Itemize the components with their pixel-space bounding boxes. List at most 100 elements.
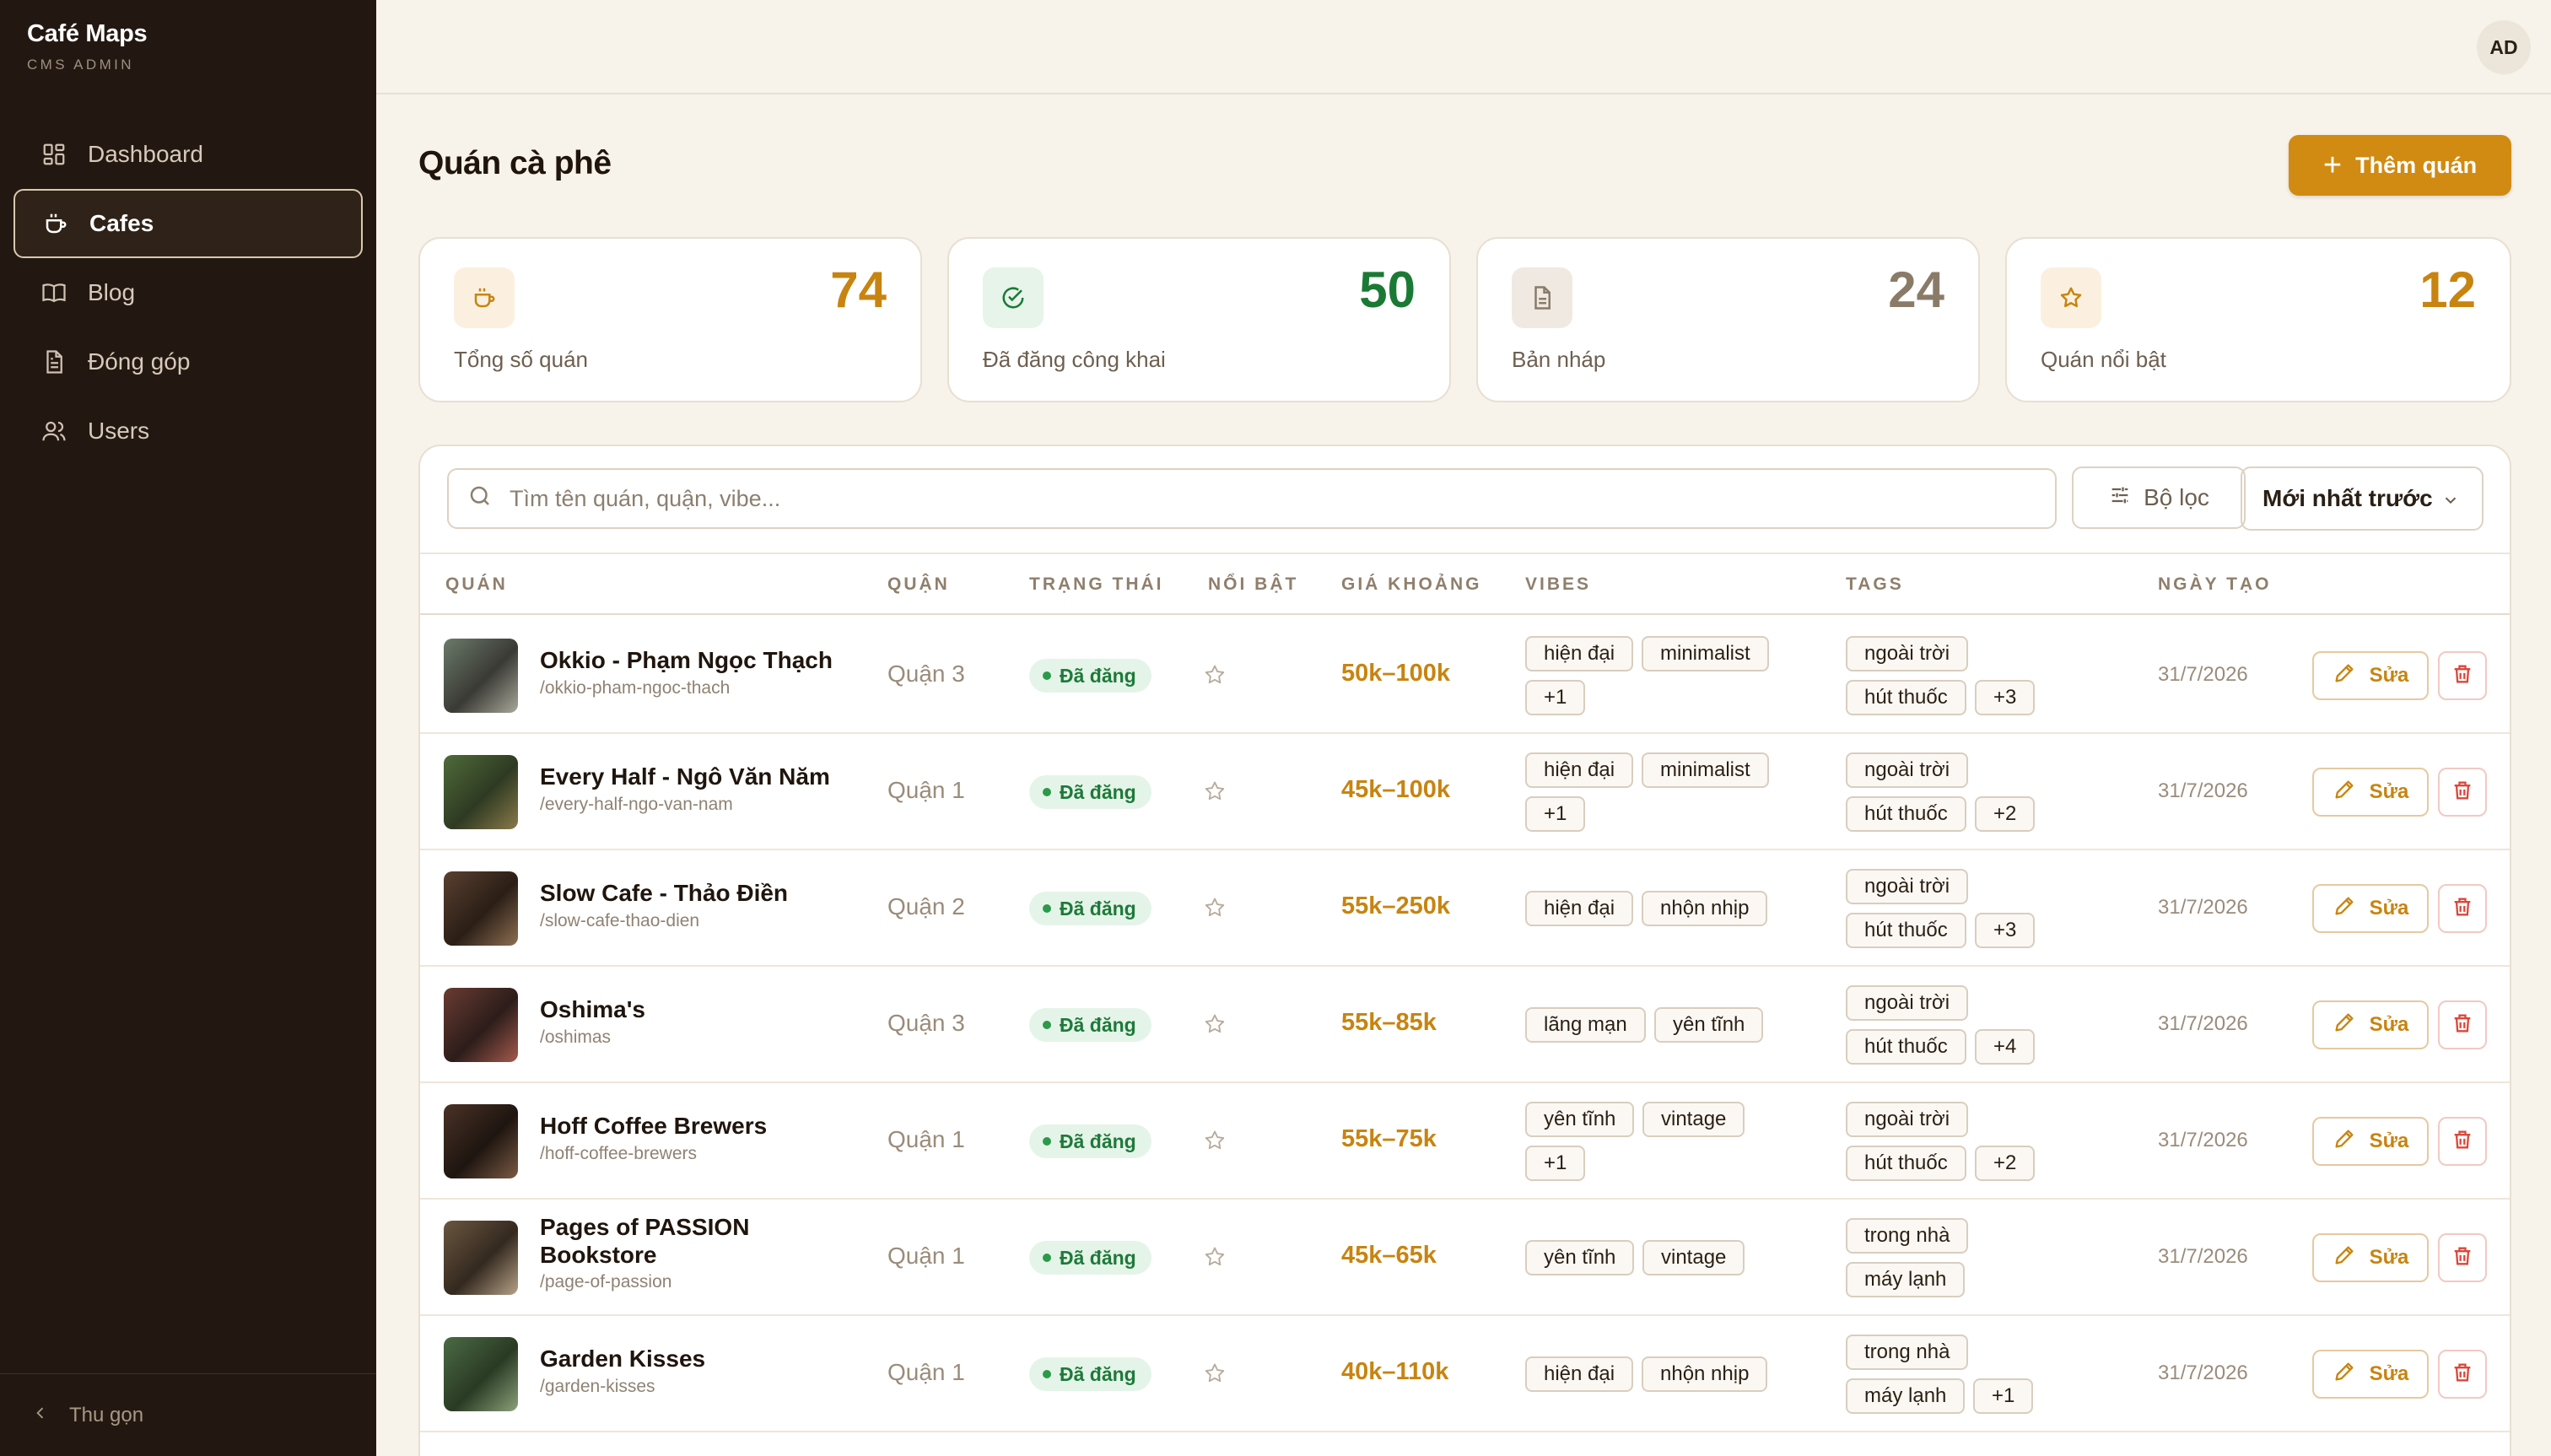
delete-button[interactable] — [2438, 768, 2487, 817]
edit-button[interactable]: Sửa — [2312, 1117, 2429, 1166]
status-dot — [1043, 1021, 1051, 1029]
pencil-icon — [2333, 1011, 2356, 1040]
table-row[interactable]: Garden Kisses/garden-kisses Quận 1 Đã đăng… — [420, 1316, 2510, 1432]
featured-star-icon[interactable] — [1203, 1362, 1227, 1389]
filter-button[interactable]: Bộ lọc — [2072, 466, 2246, 529]
cafe-name[interactable]: Okkio - Phạm Ngọc Thạch — [540, 646, 869, 674]
avatar[interactable]: AD — [2477, 20, 2531, 74]
search-icon — [467, 483, 493, 515]
edit-label: Sửa — [2369, 780, 2409, 803]
sidebar-item-contributions[interactable]: Đóng góp — [13, 327, 363, 396]
tag-chip: ngoài trời — [1846, 985, 1969, 1021]
topbar: AD — [376, 0, 2551, 94]
status-badge: Đã đăng — [1029, 659, 1151, 693]
created-date: 31/7/2026 — [2158, 1012, 2248, 1035]
stat-value: 24 — [1888, 262, 1944, 318]
price-range: 55k–75k — [1341, 1125, 1437, 1152]
status-dot — [1043, 1254, 1051, 1262]
column-header[interactable]: GIÁ KHOẢNG — [1341, 574, 1482, 595]
table-row[interactable]: Slow Cafe - Thảo Điền/slow-cafe-thao-die… — [420, 850, 2510, 967]
collapse-label: Thu gọn — [69, 1403, 144, 1426]
price-range: 55k–250k — [1341, 892, 1451, 919]
cafe-name[interactable]: Every Half - Ngô Văn Năm — [540, 763, 869, 790]
featured-star-icon[interactable] — [1203, 1012, 1227, 1040]
sidebar-item-users[interactable]: Users — [13, 396, 363, 466]
column-header[interactable]: TAGS — [1846, 574, 1904, 595]
column-header[interactable]: VIBES — [1525, 574, 1591, 595]
tag-chip: ngoài trời — [1846, 1102, 1969, 1137]
cafes-table-card: Tìm tên quán, quận, vibe... Bộ lọc Mới n… — [418, 445, 2511, 1456]
edit-button[interactable]: Sửa — [2312, 768, 2429, 817]
delete-button[interactable] — [2438, 1117, 2487, 1166]
featured-star-icon[interactable] — [1203, 896, 1227, 924]
featured-star-icon[interactable] — [1203, 1245, 1227, 1273]
tag-chip: ngoài trời — [1846, 752, 1969, 788]
price-range: 50k–100k — [1341, 660, 1451, 687]
stat-value: 50 — [1359, 262, 1416, 318]
sidebar-item-dashboard[interactable]: Dashboard — [13, 120, 363, 189]
delete-button[interactable] — [2438, 1350, 2487, 1399]
cafe-slug: /page-of-passion — [540, 1272, 672, 1292]
tag-chip: +4 — [1975, 1029, 2036, 1065]
sort-select[interactable]: Mới nhất trước — [2241, 466, 2484, 531]
cafe-name[interactable]: Hoff Coffee Brewers — [540, 1112, 869, 1140]
tag-chip: trong nhà — [1846, 1335, 1969, 1370]
status-badge: Đã đăng — [1029, 775, 1151, 809]
stat-card-featured: 12 Quán nổi bật — [2005, 237, 2511, 402]
delete-button[interactable] — [2438, 1233, 2487, 1282]
featured-star-icon[interactable] — [1203, 663, 1227, 691]
status-label: Đã đăng — [1060, 780, 1136, 803]
tag-chip: hút thuốc — [1846, 796, 1966, 832]
edit-button[interactable]: Sửa — [2312, 1233, 2429, 1282]
column-header[interactable]: QUẬN — [887, 574, 950, 595]
status-label: Đã đăng — [1060, 664, 1136, 687]
featured-star-icon[interactable] — [1203, 779, 1227, 807]
table-row[interactable]: Hoff Coffee Brewers/hoff-coffee-brewers Q… — [420, 1083, 2510, 1200]
edit-label: Sửa — [2369, 664, 2409, 687]
delete-button[interactable] — [2438, 1000, 2487, 1049]
cafe-name[interactable]: Slow Cafe - Thảo Điền — [540, 879, 869, 907]
add-cafe-button[interactable]: + Thêm quán — [2289, 135, 2511, 196]
status-dot — [1043, 1137, 1051, 1146]
table-row[interactable]: Pages of PASSION Bookstore/page-of-passi… — [420, 1200, 2510, 1316]
cafe-slug: /every-half-ngo-van-nam — [540, 795, 733, 814]
page-title: Quán cà phê — [418, 145, 612, 181]
pencil-icon — [2333, 661, 2356, 691]
sidebar-item-cafes[interactable]: Cafes — [13, 189, 363, 258]
tag-chip: +3 — [1975, 680, 2036, 715]
column-header[interactable]: TRẠNG THÁI — [1029, 574, 1164, 595]
status-badge: Đã đăng — [1029, 892, 1151, 925]
cafe-district: Quận 3 — [887, 1010, 965, 1036]
table-row[interactable]: Every Half - Ngô Văn Năm/every-half-ngo-… — [420, 734, 2510, 850]
column-header[interactable]: NỔI BẬT — [1208, 574, 1298, 595]
sort-label: Mới nhất trước — [2262, 485, 2433, 511]
vibe-chip: hiện đại — [1525, 1356, 1634, 1392]
status-badge: Đã đăng — [1029, 1241, 1151, 1275]
cafe-slug: /okkio-pham-ngoc-thach — [540, 678, 731, 698]
column-header[interactable]: NGÀY TẠO — [2158, 574, 2271, 595]
delete-button[interactable] — [2438, 651, 2487, 700]
cafe-name[interactable]: Oshima's — [540, 995, 869, 1023]
cafe-thumbnail — [444, 755, 518, 829]
table-row[interactable]: Oshima's/oshimas Quận 3 Đã đăng 55k–85k lãng… — [420, 967, 2510, 1083]
users-icon — [39, 416, 69, 446]
edit-button[interactable]: Sửa — [2312, 1350, 2429, 1399]
search-input[interactable]: Tìm tên quán, quận, vibe... — [447, 468, 2057, 529]
cafe-name[interactable]: Garden Kisses — [540, 1345, 869, 1372]
cafe-name[interactable]: Pages of PASSION Bookstore — [540, 1213, 869, 1269]
table-row[interactable]: Okkio - Phạm Ngọc Thạch/okkio-pham-ngoc-… — [420, 617, 2510, 734]
delete-button[interactable] — [2438, 884, 2487, 933]
featured-star-icon[interactable] — [1203, 1129, 1227, 1157]
column-header[interactable]: QUÁN — [445, 574, 508, 595]
trash-icon — [2451, 1128, 2474, 1156]
collapse-sidebar-button[interactable]: Thu gọn — [0, 1373, 376, 1456]
vibe-chip: +1 — [1525, 796, 1586, 832]
edit-label: Sửa — [2369, 1246, 2409, 1269]
edit-button[interactable]: Sửa — [2312, 1000, 2429, 1049]
sidebar-item-blog[interactable]: Blog — [13, 258, 363, 327]
edit-button[interactable]: Sửa — [2312, 884, 2429, 933]
edit-button[interactable]: Sửa — [2312, 651, 2429, 700]
sidebar: Café Maps CMS ADMIN Dashboard Cafes Blog — [0, 0, 376, 1456]
sidebar-item-label: Cafes — [89, 210, 154, 236]
document-icon — [39, 347, 69, 377]
